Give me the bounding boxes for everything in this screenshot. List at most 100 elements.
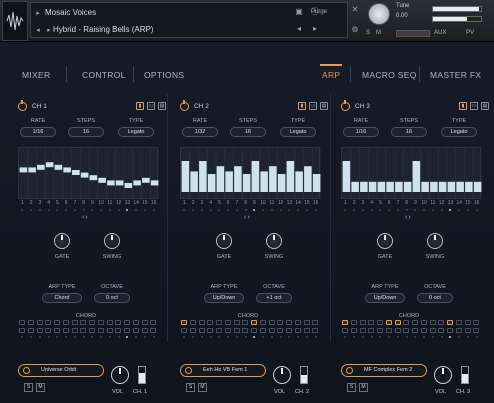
chord-cell[interactable]	[54, 328, 60, 333]
chord-cell[interactable]	[447, 328, 453, 333]
chord-cell[interactable]	[420, 328, 427, 333]
mute-button[interactable]: M	[36, 383, 45, 392]
step-bar[interactable]	[89, 175, 98, 181]
steps-field[interactable]: 16	[230, 127, 266, 137]
step-bar[interactable]	[312, 174, 321, 192]
chord-cell[interactable]	[286, 328, 292, 333]
nav-arp[interactable]: ARP	[322, 70, 340, 80]
step-bar[interactable]	[456, 181, 464, 192]
chord-cell[interactable]	[312, 328, 319, 333]
chord-cell[interactable]	[124, 320, 130, 325]
chord-cell[interactable]	[251, 320, 257, 325]
step-bar[interactable]	[80, 172, 89, 178]
chord-cell[interactable]	[385, 328, 392, 333]
paste-icon[interactable]: ▤	[481, 102, 489, 110]
steps-field[interactable]: 16	[68, 127, 104, 137]
chord-cell[interactable]	[106, 320, 113, 325]
step-sequencer[interactable]	[18, 147, 159, 200]
steps-field[interactable]: 16	[391, 127, 427, 137]
chord-cell[interactable]	[71, 328, 78, 333]
chord-cell[interactable]	[350, 320, 357, 325]
step-bar[interactable]	[37, 164, 45, 170]
page-arrows-icon[interactable]: ‹›	[82, 214, 89, 221]
step-bar[interactable]	[199, 161, 207, 192]
settings-icon[interactable]: ⚙	[349, 24, 361, 35]
step-bar[interactable]	[190, 171, 198, 192]
chord-cell[interactable]	[312, 320, 319, 325]
chord-cell[interactable]	[89, 328, 95, 333]
step-bar[interactable]	[45, 162, 54, 168]
chord-cell[interactable]	[45, 328, 52, 333]
type-field[interactable]: Legato	[441, 127, 477, 137]
chord-cell[interactable]	[342, 328, 348, 333]
chord-cell[interactable]	[36, 320, 43, 325]
step-bar[interactable]	[277, 174, 286, 192]
step-bar[interactable]	[98, 177, 106, 183]
step-bar[interactable]	[242, 174, 251, 192]
chord-cell[interactable]	[368, 320, 375, 325]
chord-cell[interactable]	[141, 328, 148, 333]
chord-cell[interactable]	[438, 320, 445, 325]
page-arrows-icon[interactable]: ‹›	[244, 214, 251, 221]
preset-power-icon[interactable]	[346, 367, 353, 374]
swing-knob[interactable]	[266, 233, 282, 249]
type-field[interactable]: Legato	[118, 127, 154, 137]
chord-cell[interactable]	[420, 320, 427, 325]
chord-cell[interactable]	[62, 328, 69, 333]
chord-cell[interactable]	[150, 328, 157, 333]
nav-control[interactable]: CONTROL	[82, 70, 126, 80]
preset-name[interactable]: Hybrid - Raising Bells (ARP)	[53, 25, 153, 34]
chord-cell[interactable]	[464, 320, 471, 325]
step-bar[interactable]	[395, 181, 403, 192]
gate-knob[interactable]	[377, 233, 393, 249]
chord-cell[interactable]	[97, 320, 104, 325]
chord-cell[interactable]	[350, 328, 357, 333]
step-bar[interactable]	[63, 167, 71, 173]
preset-power-icon[interactable]	[185, 367, 192, 374]
camera-icon[interactable]: ▣	[293, 6, 305, 17]
step-bar[interactable]	[19, 167, 28, 173]
arp-type-field[interactable]: Up/Down	[204, 293, 244, 303]
step-bar[interactable]	[207, 174, 216, 192]
next-icon[interactable]: ▸	[309, 23, 321, 34]
chord-cell[interactable]	[359, 328, 366, 333]
rate-field[interactable]: 1/16	[20, 127, 56, 137]
chord-cell[interactable]	[132, 328, 139, 333]
volume-knob[interactable]	[273, 366, 291, 384]
step-bar[interactable]	[28, 167, 36, 173]
chord-cell[interactable]	[294, 328, 301, 333]
chord-cell[interactable]	[438, 328, 445, 333]
chord-cell[interactable]	[394, 328, 401, 333]
chord-cell[interactable]	[224, 328, 231, 333]
step-bar[interactable]	[124, 183, 133, 188]
chord-cell[interactable]	[342, 320, 348, 325]
solo-button[interactable]: S	[186, 383, 195, 392]
chord-cell[interactable]	[207, 320, 214, 325]
arp-type-field[interactable]: Chord	[42, 293, 82, 303]
step-bar[interactable]	[260, 171, 268, 192]
chord-cell[interactable]	[89, 320, 95, 325]
chord-cell[interactable]	[181, 328, 187, 333]
chord-cell[interactable]	[62, 320, 69, 325]
chord-cell[interactable]	[294, 320, 301, 325]
paste-icon[interactable]: ▤	[158, 102, 166, 110]
chord-cell[interactable]	[216, 320, 222, 325]
step-bar[interactable]	[342, 161, 351, 192]
copy-icon[interactable]: ▭	[470, 102, 478, 110]
copy-icon[interactable]: ▭	[147, 102, 155, 110]
copy-icon[interactable]: ▭	[309, 102, 317, 110]
solo-button[interactable]: S	[347, 383, 356, 392]
chord-cell[interactable]	[251, 328, 257, 333]
chord-cell[interactable]	[464, 328, 471, 333]
step-bar[interactable]	[368, 181, 377, 192]
nav-mixer[interactable]: MIXER	[22, 70, 50, 80]
chord-cell[interactable]	[394, 320, 401, 325]
lock-icon[interactable]: ▮	[136, 102, 144, 110]
chord-cell[interactable]	[242, 320, 249, 325]
chord-cell[interactable]	[71, 320, 78, 325]
chord-cell[interactable]	[19, 328, 25, 333]
step-bar[interactable]	[286, 161, 295, 192]
channel-power-icon[interactable]	[180, 100, 189, 111]
step-bar[interactable]	[225, 171, 233, 192]
step-bar[interactable]	[133, 180, 141, 186]
